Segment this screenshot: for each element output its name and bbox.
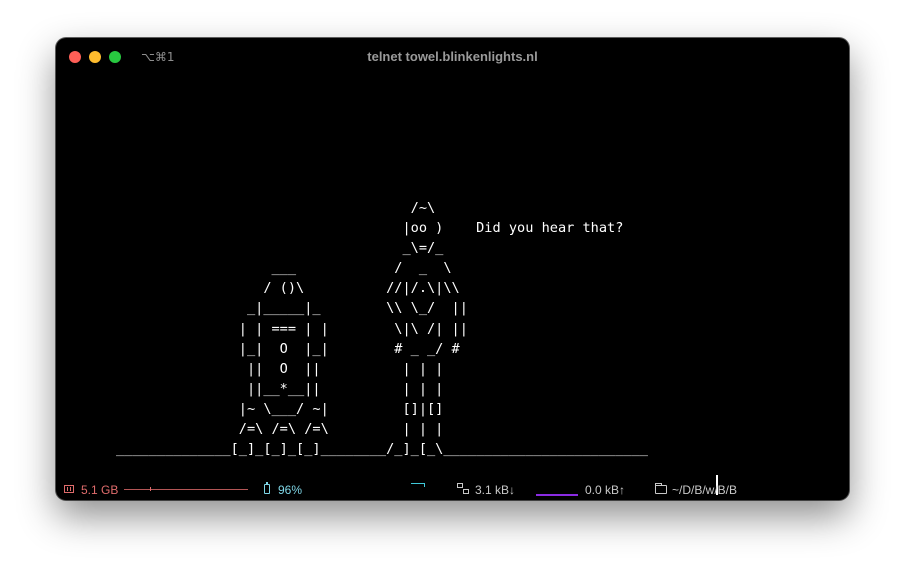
title-bar[interactable]: ⌥⌘1 telnet towel.blinkenlights.nl: [56, 38, 849, 76]
status-bar: 5.1 GB 96% 3.1 kB↓ 0.0 kB↑ ~/D/B/w/B/B: [56, 478, 849, 500]
battery-level: 96%: [278, 483, 303, 497]
folder-icon: [655, 483, 667, 494]
memory-graph: [124, 489, 248, 490]
memory-icon: [64, 485, 74, 493]
cpu-graph: [411, 483, 425, 487]
upload-graph: [536, 494, 578, 496]
memory-usage: 5.1 GB: [81, 483, 119, 497]
memory-graph-marker: [150, 487, 151, 491]
battery-icon: [264, 482, 270, 494]
window-title: telnet towel.blinkenlights.nl: [367, 49, 538, 64]
terminal-window: ⌥⌘1 telnet towel.blinkenlights.nl /~\ |o…: [56, 38, 849, 500]
ascii-art-output: /~\ |oo ) Did you hear that? _\=/_ ___ /…: [116, 200, 648, 458]
current-path[interactable]: ~/D/B/w/B/B: [672, 483, 737, 497]
terminal-output[interactable]: /~\ |oo ) Did you hear that? _\=/_ ___ /…: [56, 76, 849, 495]
download-rate: 3.1 kB↓: [475, 483, 516, 497]
network-icon: [457, 483, 469, 495]
upload-rate: 0.0 kB↑: [585, 483, 626, 497]
